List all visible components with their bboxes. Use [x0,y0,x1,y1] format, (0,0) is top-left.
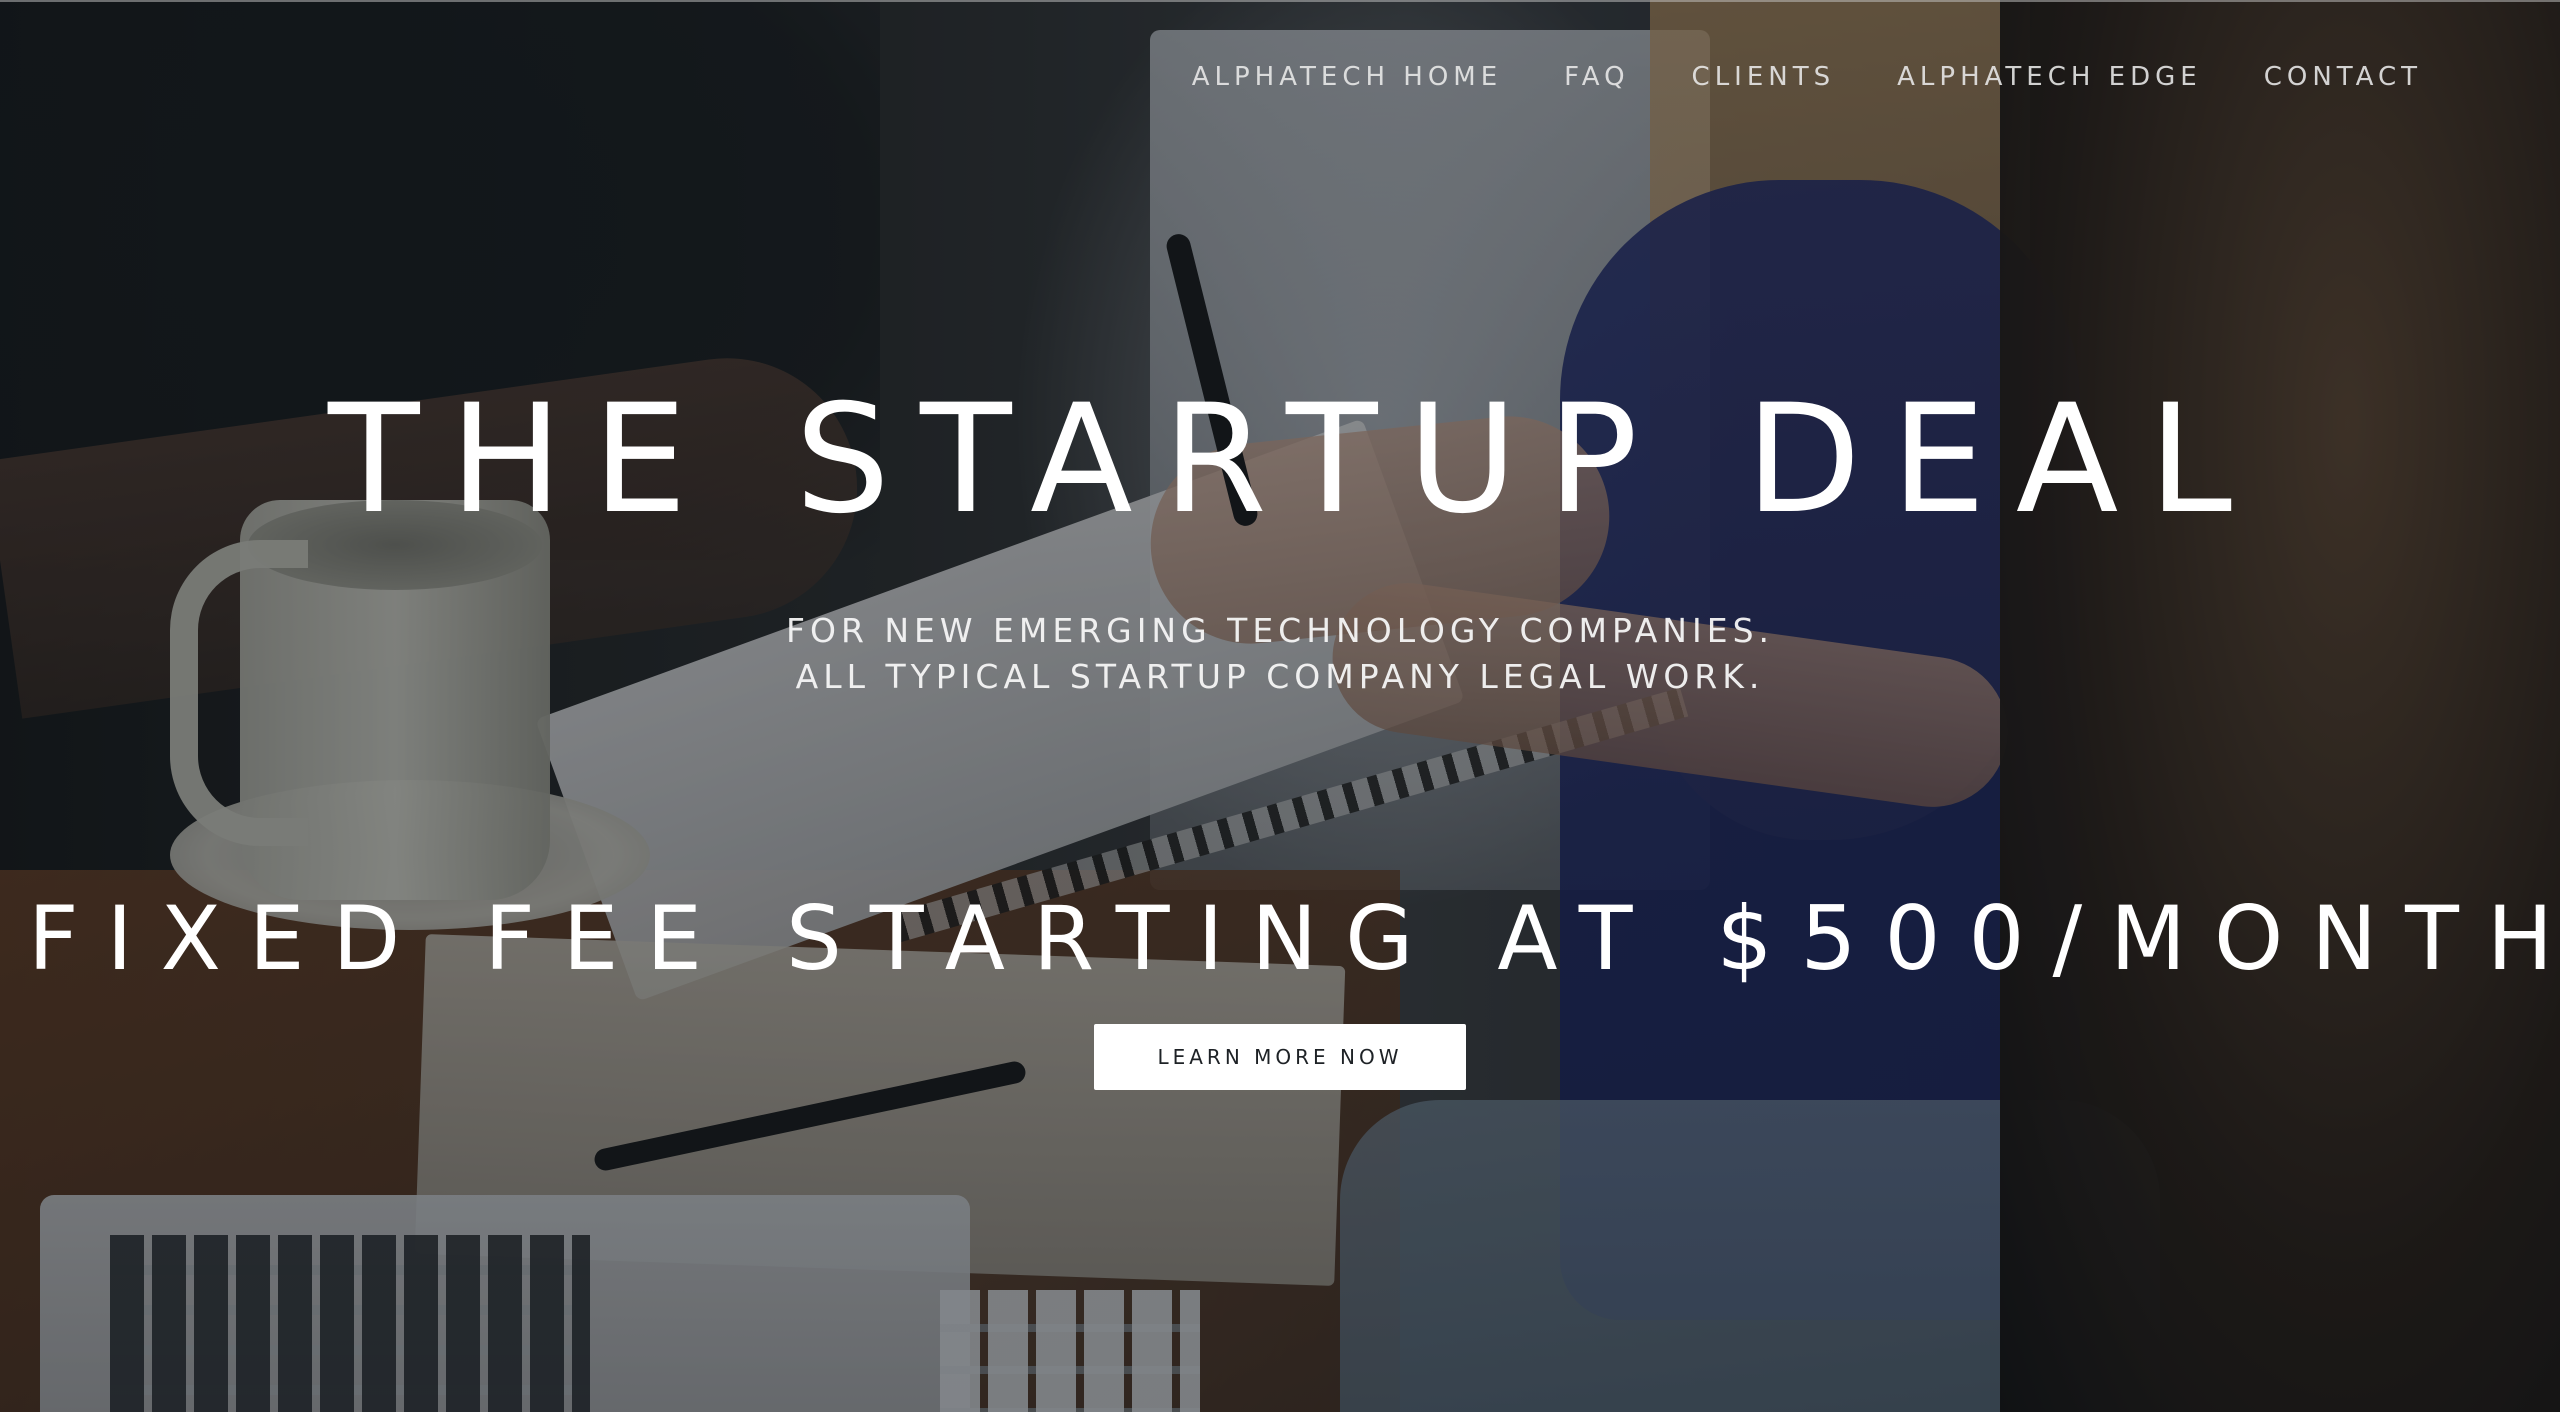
hero-section: ALPHATECH HOME FAQ CLIENTS ALPHATECH EDG… [0,0,2560,1412]
learn-more-button[interactable]: LEARN MORE NOW [1094,1024,1466,1090]
subtitle-line-1: FOR NEW EMERGING TECHNOLOGY COMPANIES. [785,611,1775,650]
hero-subtitle: FOR NEW EMERGING TECHNOLOGY COMPANIES. A… [0,608,2560,700]
nav-item-faq: FAQ [1564,62,1629,92]
price-headline: FIXED FEE STARTING AT $500/MONTH [28,887,2560,990]
dark-overlay [0,0,2560,1412]
nav-item-home: ALPHATECH HOME [1192,62,1502,92]
nav-link-contact[interactable]: CONTACT [2264,62,2422,92]
nav-link-alphatech-edge[interactable]: ALPHATECH EDGE [1897,62,2202,92]
page-title: THE STARTUP DEAL [327,373,2262,547]
subtitle-line-2: ALL TYPICAL STARTUP COMPANY LEGAL WORK. [795,657,1765,696]
main-nav: ALPHATECH HOME FAQ CLIENTS ALPHATECH EDG… [1192,62,2422,92]
nav-link-clients[interactable]: CLIENTS [1692,62,1836,92]
top-border [0,0,2560,2]
nav-item-contact: CONTACT [2264,62,2422,92]
nav-link-faq[interactable]: FAQ [1564,62,1629,92]
nav-item-clients: CLIENTS [1692,62,1836,92]
nav-link-alphatech-home[interactable]: ALPHATECH HOME [1192,62,1502,92]
nav-item-edge: ALPHATECH EDGE [1897,62,2202,92]
